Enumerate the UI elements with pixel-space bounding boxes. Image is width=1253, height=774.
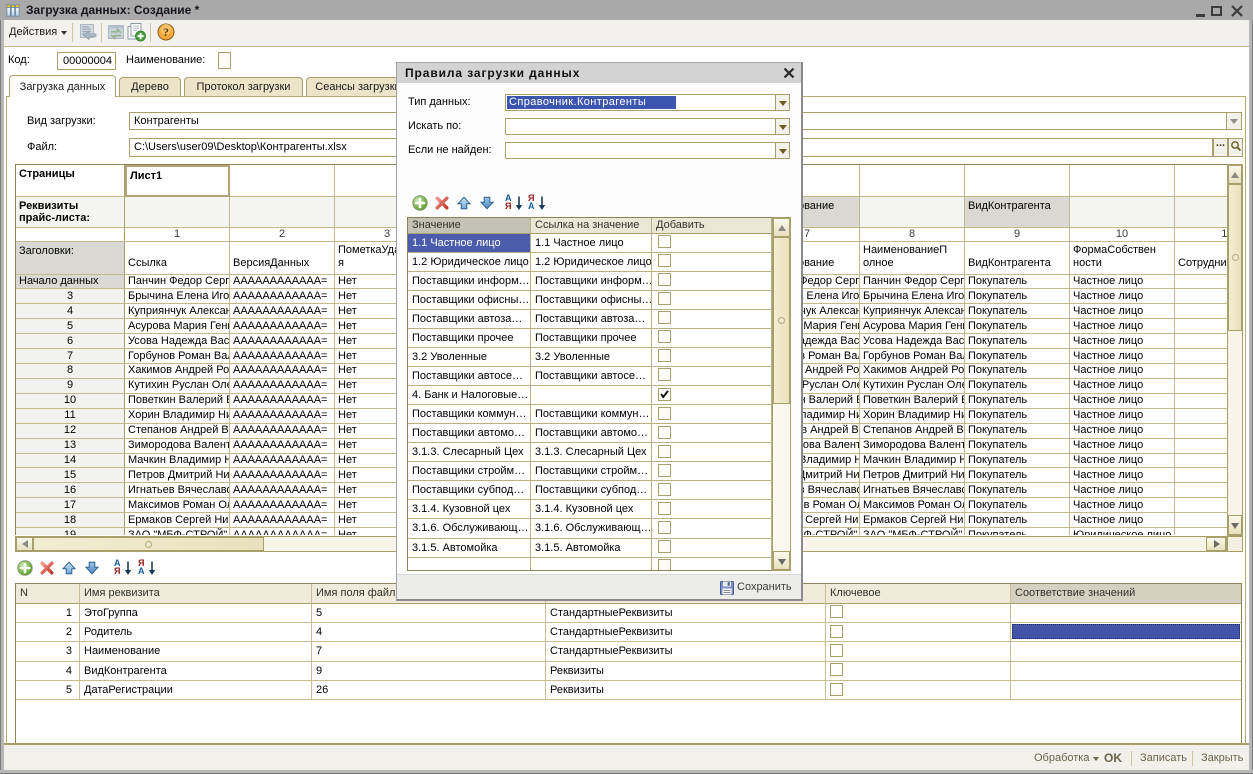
svg-text:?: ? <box>163 25 169 39</box>
